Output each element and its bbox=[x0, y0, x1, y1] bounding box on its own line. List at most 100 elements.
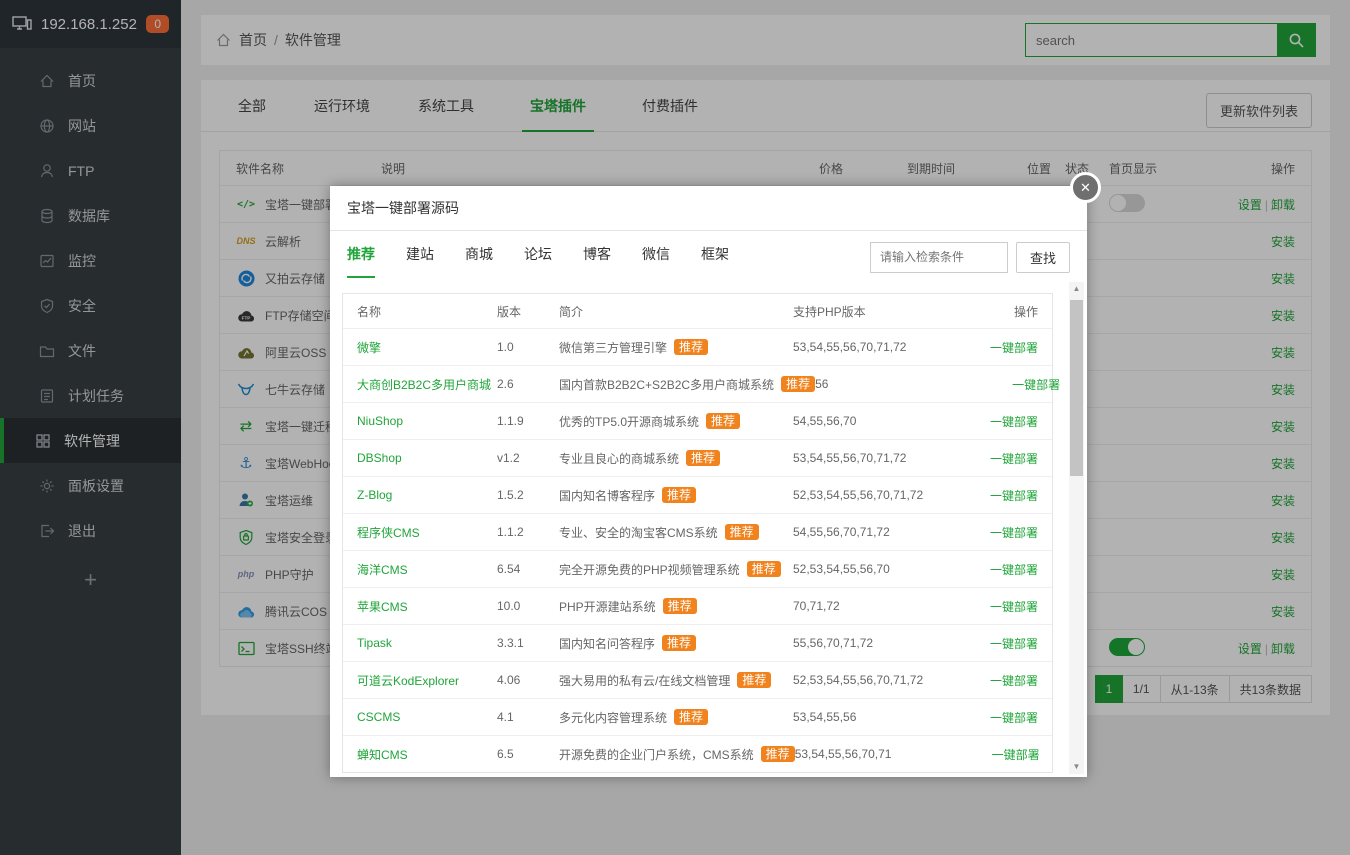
app-desc: 完全开源免费的PHP视频管理系统 bbox=[559, 561, 740, 578]
app-name-link[interactable]: DBShop bbox=[357, 451, 402, 465]
recommend-badge: 推荐 bbox=[663, 598, 697, 614]
app-name-link[interactable]: 微擎 bbox=[357, 341, 381, 355]
app-desc: 国内知名问答程序 bbox=[559, 635, 655, 652]
deploy-table-row: Z-Blog 1.5.2 国内知名博客程序推荐 52,53,54,55,56,7… bbox=[343, 476, 1052, 513]
deploy-search-input[interactable] bbox=[870, 242, 1008, 273]
modal-title: 宝塔一键部署源码 bbox=[330, 186, 1087, 231]
recommend-badge: 推荐 bbox=[674, 709, 708, 725]
app-php-versions: 53,54,55,56,70,71,72 bbox=[793, 340, 976, 354]
app-php-versions: 52,53,54,55,56,70 bbox=[793, 562, 976, 576]
app-name-link[interactable]: 海洋CMS bbox=[357, 563, 408, 577]
app-php-versions: 56 bbox=[815, 377, 998, 391]
one-click-deploy-link[interactable]: 一键部署 bbox=[990, 526, 1038, 540]
app-desc: 国内首款B2B2C+S2B2C多用户商城系统 bbox=[559, 376, 774, 393]
deploy-search: 查找 bbox=[870, 242, 1070, 273]
app-desc: 优秀的TP5.0开源商城系统 bbox=[559, 413, 699, 430]
col-header-desc: 简介 bbox=[559, 303, 793, 320]
one-click-deploy-link[interactable]: 一键部署 bbox=[990, 563, 1038, 577]
recommend-badge: 推荐 bbox=[747, 561, 781, 577]
recommend-badge: 推荐 bbox=[781, 376, 815, 392]
app-php-versions: 54,55,56,70,71,72 bbox=[793, 525, 976, 539]
tab-recommend[interactable]: 推荐 bbox=[347, 244, 375, 278]
app-name-link[interactable]: Z-Blog bbox=[357, 488, 392, 502]
recommend-badge: 推荐 bbox=[706, 413, 740, 429]
deploy-table-row: 蝉知CMS 6.5 开源免费的企业门户系统，CMS系统推荐 53,54,55,5… bbox=[343, 735, 1052, 772]
app-php-versions: 55,56,70,71,72 bbox=[793, 636, 976, 650]
deploy-table-row: 可道云KodExplorer 4.06 强大易用的私有云/在线文档管理推荐 52… bbox=[343, 661, 1052, 698]
close-icon[interactable]: ✕ bbox=[1070, 172, 1101, 203]
app-version: 6.5 bbox=[497, 747, 559, 761]
deploy-table-header: 名称 版本 简介 支持PHP版本 操作 bbox=[343, 294, 1052, 328]
deploy-search-button[interactable]: 查找 bbox=[1016, 242, 1070, 273]
one-click-deploy-link[interactable]: 一键部署 bbox=[990, 341, 1038, 355]
app-version: 3.3.1 bbox=[497, 636, 559, 650]
app-name-link[interactable]: NiuShop bbox=[357, 414, 403, 428]
app-php-versions: 70,71,72 bbox=[793, 599, 976, 613]
col-header-php: 支持PHP版本 bbox=[793, 303, 976, 320]
app-desc: 微信第三方管理引擎 bbox=[559, 339, 667, 356]
recommend-badge: 推荐 bbox=[662, 635, 696, 651]
one-click-deploy-link[interactable]: 一键部署 bbox=[1012, 378, 1060, 392]
app-name-link[interactable]: 可道云KodExplorer bbox=[357, 674, 459, 688]
deploy-table-body: 微擎 1.0 微信第三方管理引擎推荐 53,54,55,56,70,71,72 … bbox=[343, 328, 1052, 772]
tab-blog[interactable]: 博客 bbox=[583, 244, 611, 278]
scrollbar-thumb[interactable] bbox=[1070, 300, 1083, 476]
app-version: v1.2 bbox=[497, 451, 559, 465]
app-name-link[interactable]: Tipask bbox=[357, 636, 392, 650]
tab-site-building[interactable]: 建站 bbox=[406, 244, 434, 278]
one-click-deploy-link[interactable]: 一键部署 bbox=[990, 600, 1038, 614]
deploy-table-row: 苹果CMS 10.0 PHP开源建站系统推荐 70,71,72 一键部署 bbox=[343, 587, 1052, 624]
app-php-versions: 53,54,55,56,70,71,72 bbox=[793, 451, 976, 465]
app-name-link[interactable]: 程序侠CMS bbox=[357, 526, 420, 540]
app-version: 6.54 bbox=[497, 562, 559, 576]
app-desc: 专业、安全的淘宝客CMS系统 bbox=[559, 524, 718, 541]
recommend-badge: 推荐 bbox=[725, 524, 759, 540]
app-version: 1.1.2 bbox=[497, 525, 559, 539]
app-version: 10.0 bbox=[497, 599, 559, 613]
app-version: 4.1 bbox=[497, 710, 559, 724]
one-click-deploy-link[interactable]: 一键部署 bbox=[990, 637, 1038, 651]
scroll-down-icon[interactable]: ▼ bbox=[1069, 760, 1084, 774]
deploy-table-row: CSCMS 4.1 多元化内容管理系统推荐 53,54,55,56 一键部署 bbox=[343, 698, 1052, 735]
app-name-link[interactable]: CSCMS bbox=[357, 710, 400, 724]
one-click-deploy-link[interactable]: 一键部署 bbox=[990, 674, 1038, 688]
app-desc: PHP开源建站系统 bbox=[559, 598, 656, 615]
one-click-deploy-link[interactable]: 一键部署 bbox=[992, 748, 1040, 762]
recommend-badge: 推荐 bbox=[737, 672, 771, 688]
app-name-link[interactable]: 苹果CMS bbox=[357, 600, 408, 614]
recommend-badge: 推荐 bbox=[686, 450, 720, 466]
app-php-versions: 53,54,55,56,70,71 bbox=[795, 747, 978, 761]
deploy-table-row: 微擎 1.0 微信第三方管理引擎推荐 53,54,55,56,70,71,72 … bbox=[343, 328, 1052, 365]
deploy-table-row: 程序侠CMS 1.1.2 专业、安全的淘宝客CMS系统推荐 54,55,56,7… bbox=[343, 513, 1052, 550]
app-desc: 专业且良心的商城系统 bbox=[559, 450, 679, 467]
app-php-versions: 53,54,55,56 bbox=[793, 710, 976, 724]
deploy-table-row: 大商创B2B2C多用户商城 2.6 国内首款B2B2C+S2B2C多用户商城系统… bbox=[343, 365, 1052, 402]
scroll-up-icon[interactable]: ▲ bbox=[1069, 282, 1084, 296]
deploy-table: 名称 版本 简介 支持PHP版本 操作 微擎 1.0 微信第三方管理引擎推荐 5… bbox=[342, 293, 1053, 773]
tab-framework[interactable]: 框架 bbox=[701, 244, 729, 278]
one-click-deploy-link[interactable]: 一键部署 bbox=[990, 415, 1038, 429]
deploy-table-row: 海洋CMS 6.54 完全开源免费的PHP视频管理系统推荐 52,53,54,5… bbox=[343, 550, 1052, 587]
recommend-badge: 推荐 bbox=[674, 339, 708, 355]
recommend-badge: 推荐 bbox=[761, 746, 795, 762]
app-version: 1.5.2 bbox=[497, 488, 559, 502]
col-header-name: 名称 bbox=[357, 303, 497, 320]
tab-mall[interactable]: 商城 bbox=[465, 244, 493, 278]
col-header-action: 操作 bbox=[976, 303, 1038, 320]
deploy-category-tabs: 推荐 建站 商城 论坛 博客 微信 框架 bbox=[347, 244, 729, 278]
tab-wechat[interactable]: 微信 bbox=[642, 244, 670, 278]
app-version: 1.0 bbox=[497, 340, 559, 354]
app-desc: 强大易用的私有云/在线文档管理 bbox=[559, 672, 730, 689]
one-click-deploy-link[interactable]: 一键部署 bbox=[990, 452, 1038, 466]
one-click-deploy-link[interactable]: 一键部署 bbox=[990, 489, 1038, 503]
tab-forum[interactable]: 论坛 bbox=[524, 244, 552, 278]
recommend-badge: 推荐 bbox=[662, 487, 696, 503]
app-name-link[interactable]: 蝉知CMS bbox=[357, 748, 408, 762]
app-desc: 国内知名博客程序 bbox=[559, 487, 655, 504]
app-version: 1.1.9 bbox=[497, 414, 559, 428]
deploy-table-row: Tipask 3.3.1 国内知名问答程序推荐 55,56,70,71,72 一… bbox=[343, 624, 1052, 661]
modal-scrollbar[interactable]: ▲ ▼ bbox=[1069, 282, 1084, 774]
app-php-versions: 52,53,54,55,56,70,71,72 bbox=[793, 488, 976, 502]
one-click-deploy-link[interactable]: 一键部署 bbox=[990, 711, 1038, 725]
app-name-link[interactable]: 大商创B2B2C多用户商城 bbox=[357, 378, 491, 392]
